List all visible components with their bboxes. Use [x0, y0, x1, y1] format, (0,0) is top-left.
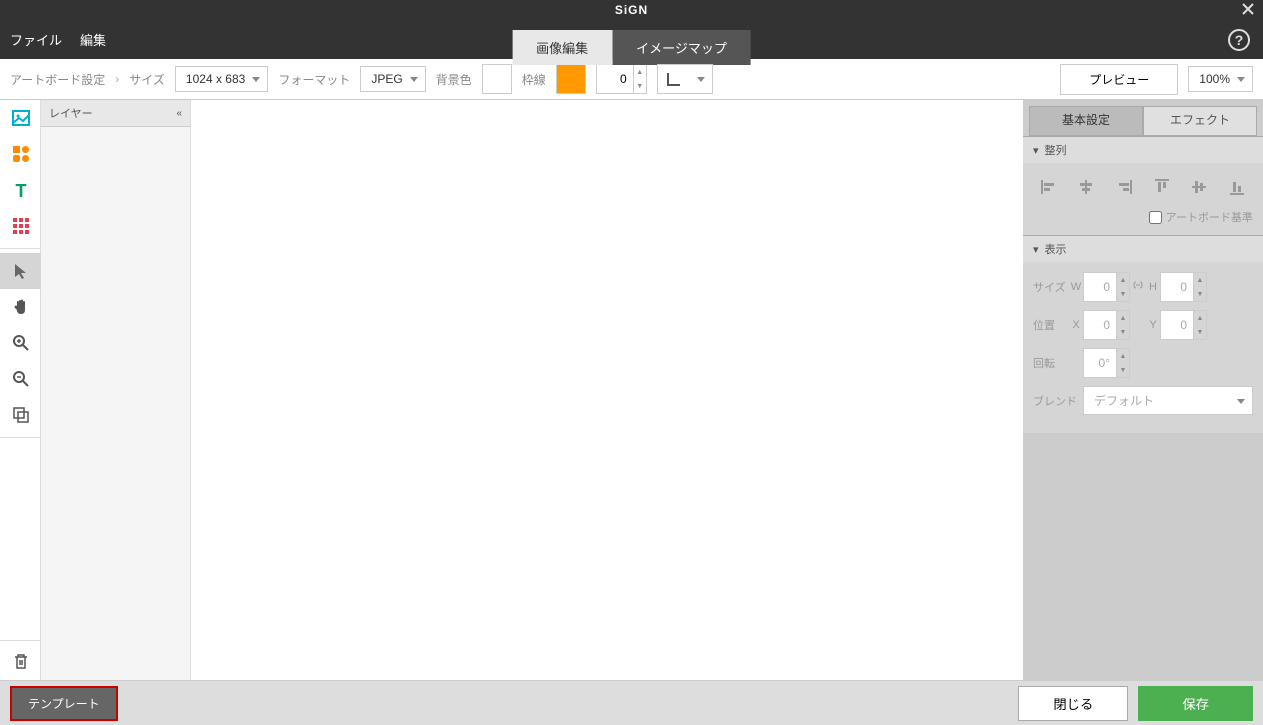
border-color-swatch[interactable] — [556, 64, 586, 94]
section-display-header[interactable]: ▾ 表示 — [1023, 236, 1263, 262]
blend-label: ブレンド — [1033, 393, 1083, 409]
section-align-header[interactable]: ▾ 整列 — [1023, 137, 1263, 163]
zoom-in-tool-icon[interactable] — [0, 325, 41, 361]
section-display-label: 表示 — [1045, 241, 1067, 257]
help-icon[interactable]: ? — [1227, 28, 1251, 52]
toolbar: アートボード設定 › サイズ 1024 x 683 フォーマット JPEG 背景… — [0, 59, 1263, 100]
blend-select[interactable]: デフォルト — [1083, 386, 1253, 415]
preview-button[interactable]: プレビュー — [1060, 64, 1178, 95]
menu-bar: ファイル 編集 画像編集 イメージマップ ? — [0, 20, 1263, 59]
bgcolor-swatch[interactable] — [482, 64, 512, 94]
align-center-v-icon[interactable] — [1185, 173, 1213, 201]
border-width-input[interactable]: ▲▼ — [596, 64, 647, 94]
x-input[interactable]: ▲▼ — [1083, 310, 1130, 340]
format-select[interactable]: JPEG — [360, 66, 425, 92]
position-label: 位置 — [1033, 317, 1069, 333]
zoom-out-tool-icon[interactable] — [0, 361, 41, 397]
tool-rail: T — [0, 100, 41, 680]
main-area: T レイヤー « — [0, 100, 1263, 680]
border-width-field[interactable] — [597, 65, 633, 93]
section-align-label: 整列 — [1045, 142, 1067, 158]
main-tabs: 画像編集 イメージマップ — [512, 30, 751, 65]
width-input[interactable]: ▲▼ — [1083, 272, 1130, 302]
artboard-basis-checkbox[interactable] — [1149, 211, 1162, 224]
align-center-h-icon[interactable] — [1072, 173, 1100, 201]
artboard-basis-label: アートボード基準 — [1166, 209, 1253, 225]
size-select[interactable]: 1024 x 683 — [175, 66, 268, 92]
props-tabs: 基本設定 エフェクト — [1029, 106, 1257, 136]
w-label: W — [1069, 281, 1083, 293]
hand-tool-icon[interactable] — [0, 289, 41, 325]
align-left-icon[interactable] — [1035, 173, 1063, 201]
border-style-select[interactable] — [657, 64, 713, 94]
save-button[interactable]: 保存 — [1138, 686, 1253, 721]
size-label: サイズ — [129, 71, 165, 88]
duplicate-tool-icon[interactable] — [0, 397, 41, 433]
height-input[interactable]: ▲▼ — [1160, 272, 1207, 302]
format-label: フォーマット — [278, 71, 350, 88]
tab-image-map[interactable]: イメージマップ — [612, 30, 751, 65]
text-tool-icon[interactable]: T — [0, 172, 41, 208]
chevron-down-icon: ▾ — [1033, 144, 1039, 157]
align-bottom-icon[interactable] — [1223, 173, 1251, 201]
align-top-icon[interactable] — [1148, 173, 1176, 201]
close-window-icon[interactable] — [1241, 2, 1255, 16]
shapes-tool-icon[interactable] — [0, 136, 41, 172]
y-input[interactable]: ▲▼ — [1160, 310, 1207, 340]
pointer-tool-icon[interactable] — [0, 253, 41, 289]
rotation-label: 回転 — [1033, 355, 1069, 371]
link-wh-icon[interactable] — [1132, 278, 1144, 296]
rotation-input[interactable]: ▲▼ — [1083, 348, 1130, 378]
artboard-basis-checkbox-row[interactable]: アートボード基準 — [1033, 209, 1253, 225]
menu-edit[interactable]: 編集 — [80, 30, 106, 49]
layer-panel: レイヤー « — [41, 100, 191, 680]
chevron-down-icon: ▾ — [1033, 243, 1039, 256]
canvas[interactable] — [191, 100, 1022, 680]
title-bar: SiGN — [0, 0, 1263, 20]
collapse-layer-panel-icon[interactable]: « — [176, 108, 182, 119]
template-button[interactable]: テンプレート — [10, 686, 118, 721]
border-width-spinners[interactable]: ▲▼ — [633, 65, 646, 93]
layer-panel-header: レイヤー « — [41, 100, 190, 127]
layer-panel-title: レイヤー — [49, 105, 93, 121]
menu-file[interactable]: ファイル — [10, 30, 62, 49]
border-label: 枠線 — [522, 71, 546, 88]
align-right-icon[interactable] — [1110, 173, 1138, 201]
close-button[interactable]: 閉じる — [1018, 686, 1128, 721]
y-label: Y — [1146, 319, 1160, 331]
breadcrumb-sep-icon: › — [115, 72, 119, 86]
svg-text:T: T — [15, 181, 26, 200]
artboard-settings-label: アートボード設定 — [10, 71, 105, 88]
tab-effect[interactable]: エフェクト — [1143, 106, 1257, 136]
canvas-area — [191, 100, 1023, 680]
bottom-bar: テンプレート 閉じる 保存 — [0, 680, 1263, 725]
tab-image-edit[interactable]: 画像編集 — [512, 30, 612, 65]
app-title: SiGN — [615, 3, 648, 17]
section-display: ▾ 表示 サイズ W ▲▼ H ▲▼ 位置 X ▲▼ Y — [1023, 235, 1263, 433]
grid-tool-icon[interactable] — [0, 208, 41, 244]
trash-icon[interactable] — [0, 640, 41, 680]
zoom-select[interactable]: 100% — [1188, 66, 1253, 92]
tab-basic-settings[interactable]: 基本設定 — [1029, 106, 1143, 136]
h-label: H — [1146, 281, 1160, 293]
properties-panel: 基本設定 エフェクト ▾ 整列 アートボード基準 — [1023, 100, 1263, 680]
section-align: ▾ 整列 アートボード基準 — [1023, 136, 1263, 235]
size-label: サイズ — [1033, 279, 1069, 295]
svg-text:?: ? — [1235, 32, 1244, 48]
x-label: X — [1069, 319, 1083, 331]
bgcolor-label: 背景色 — [436, 71, 472, 88]
image-tool-icon[interactable] — [0, 100, 41, 136]
